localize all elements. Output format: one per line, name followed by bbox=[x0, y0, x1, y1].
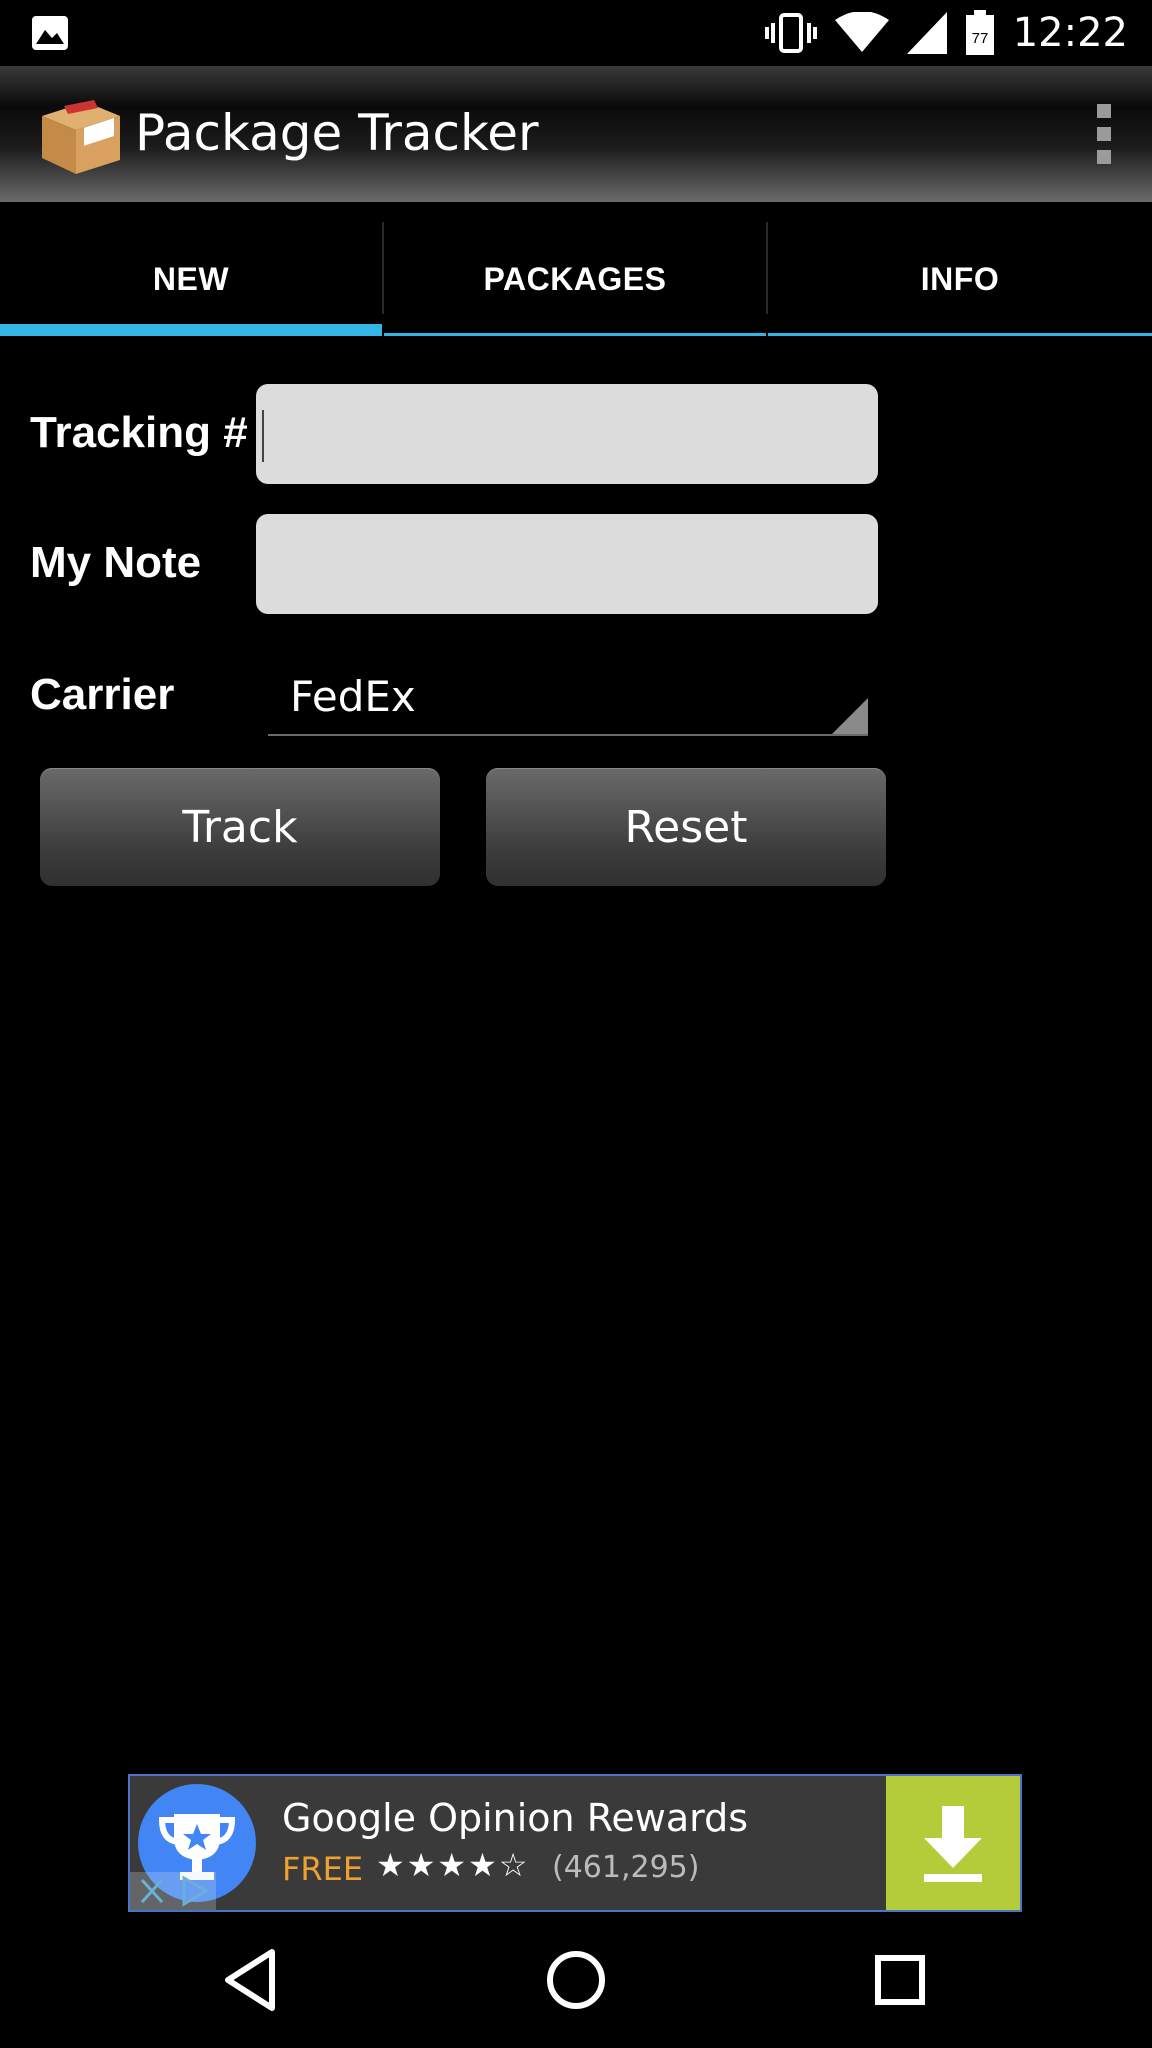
image-notification-icon bbox=[32, 16, 68, 50]
dropdown-arrow-icon bbox=[832, 698, 868, 734]
back-icon[interactable] bbox=[210, 1938, 294, 2022]
ad-choices-icon bbox=[182, 1875, 209, 1907]
action-bar: Package Tracker bbox=[0, 66, 1152, 202]
ad-title: Google Opinion Rewards bbox=[282, 1796, 749, 1840]
app-title: Package Tracker bbox=[135, 104, 539, 162]
navigation-bar bbox=[0, 1912, 1152, 2048]
close-icon bbox=[140, 1878, 164, 1904]
tab-new[interactable]: NEW bbox=[0, 222, 382, 336]
ad-choices-badge[interactable] bbox=[130, 1872, 216, 1910]
ad-download-button[interactable] bbox=[886, 1776, 1020, 1910]
tab-packages[interactable]: PACKAGES bbox=[384, 222, 766, 336]
download-icon bbox=[924, 1806, 982, 1882]
tracking-label: Tracking # bbox=[30, 408, 248, 457]
battery-icon: 77 bbox=[965, 10, 994, 55]
overflow-menu-icon[interactable] bbox=[1094, 104, 1114, 164]
tracking-number-input[interactable] bbox=[256, 384, 878, 484]
status-time: 12:22 bbox=[1012, 10, 1128, 56]
tab-new-indicator bbox=[0, 324, 382, 336]
tab-packages-label: PACKAGES bbox=[483, 260, 667, 297]
note-input[interactable] bbox=[256, 514, 878, 614]
tab-packages-indicator bbox=[384, 333, 766, 336]
ad-price: FREE bbox=[282, 1850, 364, 1888]
note-label: My Note bbox=[30, 538, 202, 587]
vibrate-icon bbox=[764, 13, 817, 53]
ad-rating-stars: ★★★★☆ bbox=[376, 1847, 530, 1883]
carrier-label: Carrier bbox=[30, 670, 175, 719]
track-button[interactable]: Track bbox=[40, 768, 440, 886]
carrier-selected-value: FedEx bbox=[290, 672, 416, 721]
reset-button[interactable]: Reset bbox=[486, 768, 886, 886]
signal-icon bbox=[906, 12, 947, 54]
recents-icon[interactable] bbox=[858, 1938, 942, 2022]
carrier-dropdown[interactable]: FedEx bbox=[268, 660, 868, 736]
tab-info-label: INFO bbox=[920, 260, 1000, 297]
status-bar: 77 12:22 bbox=[0, 0, 1152, 66]
package-box-icon bbox=[42, 100, 120, 174]
tab-bar: NEW PACKAGES INFO bbox=[0, 222, 1152, 336]
tab-info-indicator bbox=[768, 333, 1152, 336]
ad-banner[interactable]: Google Opinion Rewards FREE ★★★★☆ (461,2… bbox=[128, 1774, 1022, 1912]
home-icon[interactable] bbox=[534, 1938, 618, 2022]
tab-info[interactable]: INFO bbox=[768, 222, 1152, 336]
text-cursor bbox=[262, 410, 264, 462]
ad-rating-count: (461,295) bbox=[552, 1850, 700, 1885]
battery-level: 77 bbox=[971, 30, 988, 47]
wifi-icon bbox=[834, 12, 889, 52]
tab-new-label: NEW bbox=[152, 260, 230, 297]
